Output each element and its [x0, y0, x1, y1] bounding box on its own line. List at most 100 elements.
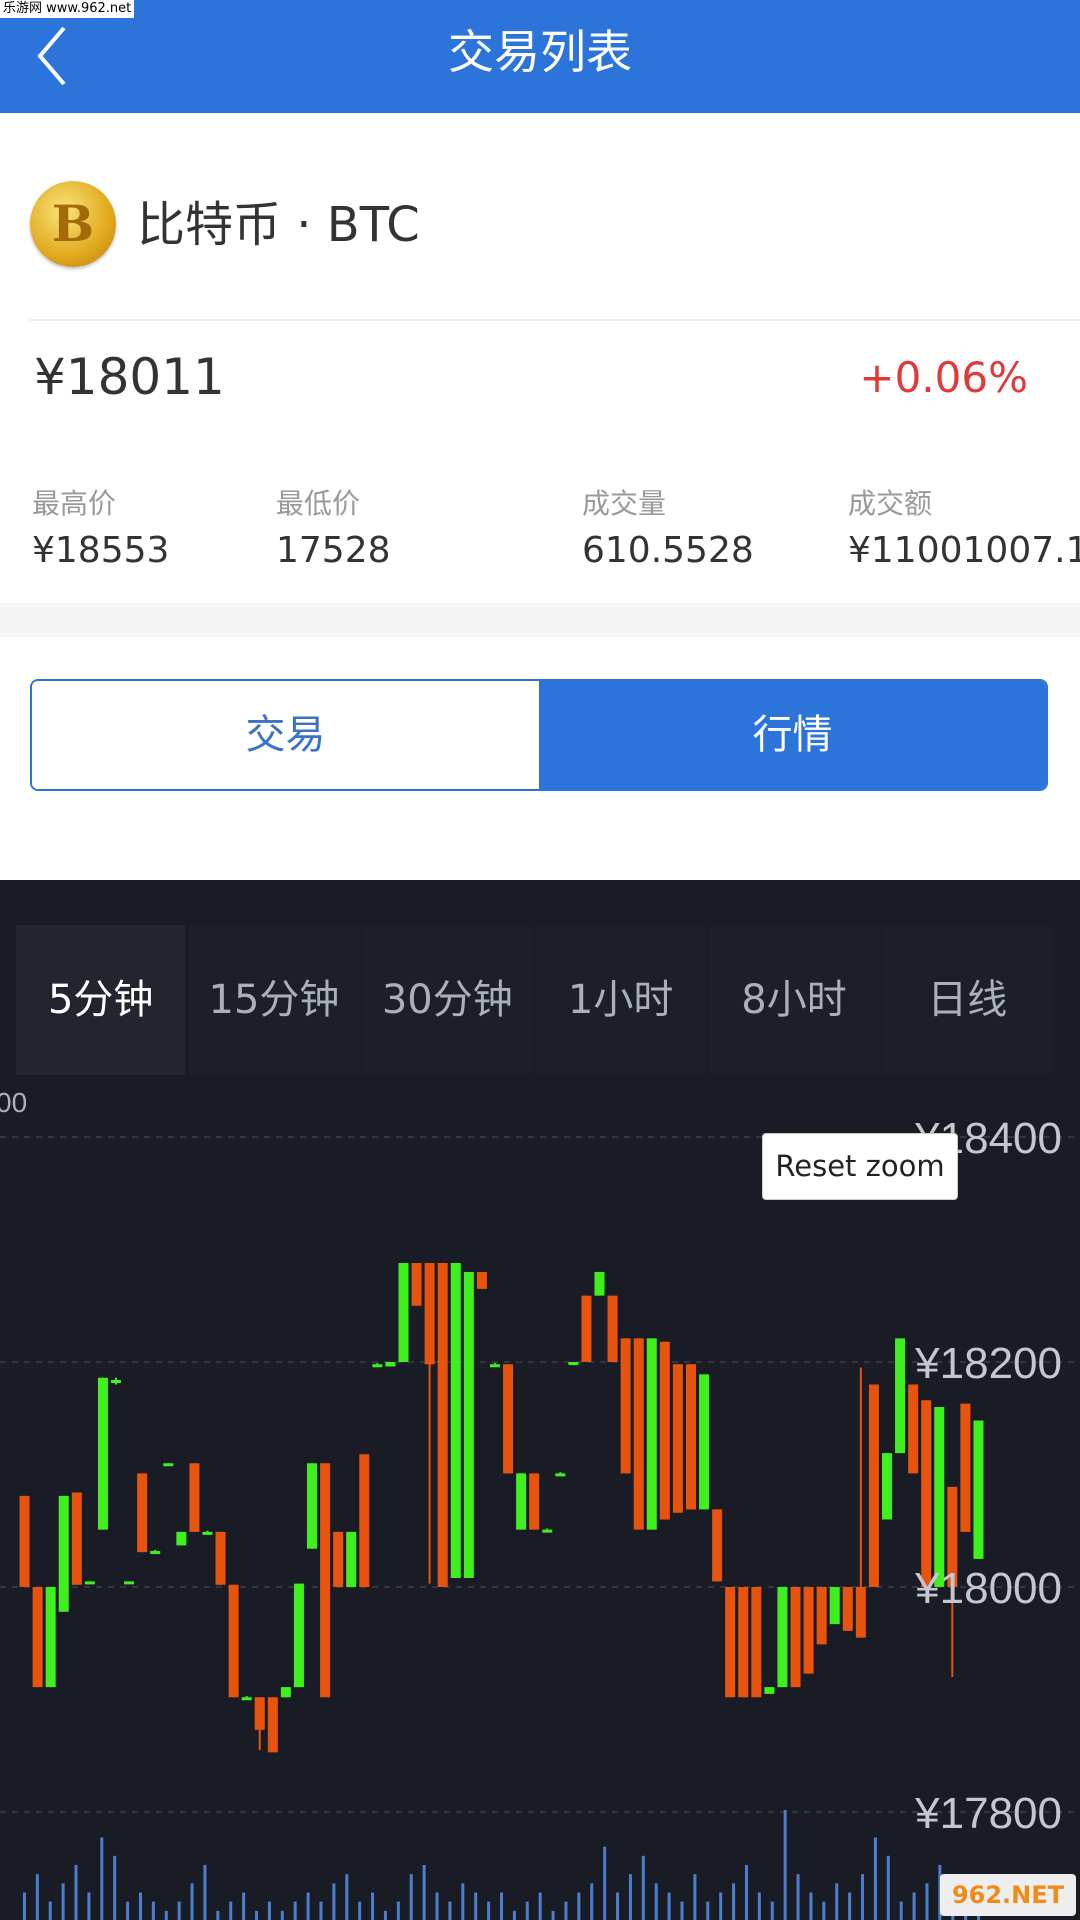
volume-bar [474, 1892, 478, 1920]
volume-bar [383, 1910, 387, 1920]
candle [921, 1400, 932, 1587]
candle [516, 1473, 527, 1530]
candle [816, 1587, 827, 1645]
candle [411, 1263, 422, 1306]
volume-bar [796, 1874, 800, 1920]
candlestick-chart[interactable]: ¥18400¥18200¥18000¥1780000 [0, 880, 1080, 1920]
price-change: +0.06% [859, 353, 1028, 402]
volume-bar [603, 1846, 607, 1920]
volume-bar [861, 1874, 865, 1920]
candle [503, 1364, 514, 1474]
volume-bar [873, 1837, 877, 1920]
volume-bar [461, 1883, 465, 1920]
volume-bar [177, 1901, 181, 1920]
volume-bar [886, 1855, 890, 1920]
candle [163, 1463, 174, 1467]
volume-bar [641, 1855, 645, 1920]
candle [725, 1587, 736, 1698]
candle [215, 1531, 226, 1585]
reset-zoom-button[interactable]: Reset zoom [762, 1133, 958, 1200]
candle [450, 1263, 461, 1578]
candle [489, 1364, 500, 1368]
volume-bar [551, 1910, 555, 1920]
volume-bar [138, 1892, 142, 1920]
candle [594, 1272, 605, 1296]
volume-bar [229, 1901, 233, 1920]
candle [137, 1473, 148, 1553]
candle [58, 1495, 69, 1612]
volume-bar [74, 1865, 78, 1920]
segment-trade[interactable]: 交易 [32, 681, 539, 789]
candle [97, 1377, 108, 1530]
candle [790, 1587, 801, 1688]
candle [842, 1587, 853, 1631]
volume-bar [48, 1901, 52, 1920]
volume-bar [164, 1910, 168, 1920]
volume-bar [306, 1892, 310, 1920]
volume-bar [435, 1892, 439, 1920]
candle [124, 1581, 135, 1585]
volume-bar [500, 1892, 503, 1920]
candle [738, 1587, 749, 1698]
volume-bar [564, 1901, 568, 1920]
candle [607, 1295, 618, 1362]
volume-bar [667, 1892, 671, 1920]
volume-bar [61, 1883, 65, 1920]
volume-bar [744, 1865, 748, 1920]
candle [19, 1495, 30, 1587]
volume-bar [422, 1865, 426, 1920]
current-price: ¥18011 [34, 348, 225, 406]
segment-market[interactable]: 行情 [539, 681, 1046, 789]
candle [751, 1587, 762, 1698]
volume-bar [706, 1901, 710, 1920]
candle [960, 1403, 971, 1532]
candle [202, 1531, 213, 1535]
volume-bar [628, 1874, 632, 1920]
stat-low-value: 17528 [276, 530, 391, 571]
candle [372, 1364, 383, 1368]
page-title: 交易列表 [448, 25, 632, 79]
volume-bar [770, 1901, 774, 1920]
volume-bar [358, 1901, 362, 1920]
volume-bar [87, 1892, 91, 1920]
candle [646, 1338, 657, 1530]
candle [764, 1687, 775, 1694]
candle [881, 1453, 892, 1520]
volume-bar [22, 1892, 26, 1920]
candle [398, 1263, 409, 1362]
stat-turnover-value: ¥11001007.1 [848, 530, 1080, 571]
candle [359, 1454, 370, 1587]
volume-bar [100, 1837, 104, 1920]
volume-bar [512, 1910, 516, 1920]
divider [30, 319, 1080, 321]
volume-bar [126, 1901, 130, 1920]
volume-bar [616, 1892, 620, 1920]
volume-bar [732, 1883, 736, 1920]
volume-bar [345, 1874, 349, 1920]
volume-bar [719, 1892, 723, 1920]
candle [542, 1529, 553, 1533]
candle [908, 1384, 919, 1474]
candle [293, 1583, 304, 1688]
volume-bar [925, 1883, 929, 1920]
y-tick-label: ¥17800 [914, 1789, 1062, 1838]
volume-bar [332, 1883, 336, 1920]
volume-bar [113, 1855, 117, 1920]
volume-bar [293, 1901, 297, 1920]
candle [712, 1509, 723, 1582]
candle [699, 1374, 710, 1510]
volume-bar [912, 1892, 916, 1920]
clipped-axis-label: 00 [0, 1087, 27, 1118]
candle [71, 1492, 82, 1585]
volume-bar [783, 1810, 787, 1920]
y-tick-label: ¥18200 [914, 1339, 1062, 1388]
volume-bar [680, 1901, 684, 1920]
candle [320, 1463, 331, 1698]
stat-low-label: 最低价 [276, 487, 361, 520]
candle [973, 1420, 984, 1559]
volume-bar [835, 1883, 839, 1920]
candle [176, 1531, 187, 1546]
stat-high-label: 最高价 [32, 487, 117, 520]
volume-bar [538, 1892, 542, 1920]
y-tick-label: ¥18000 [914, 1564, 1062, 1613]
